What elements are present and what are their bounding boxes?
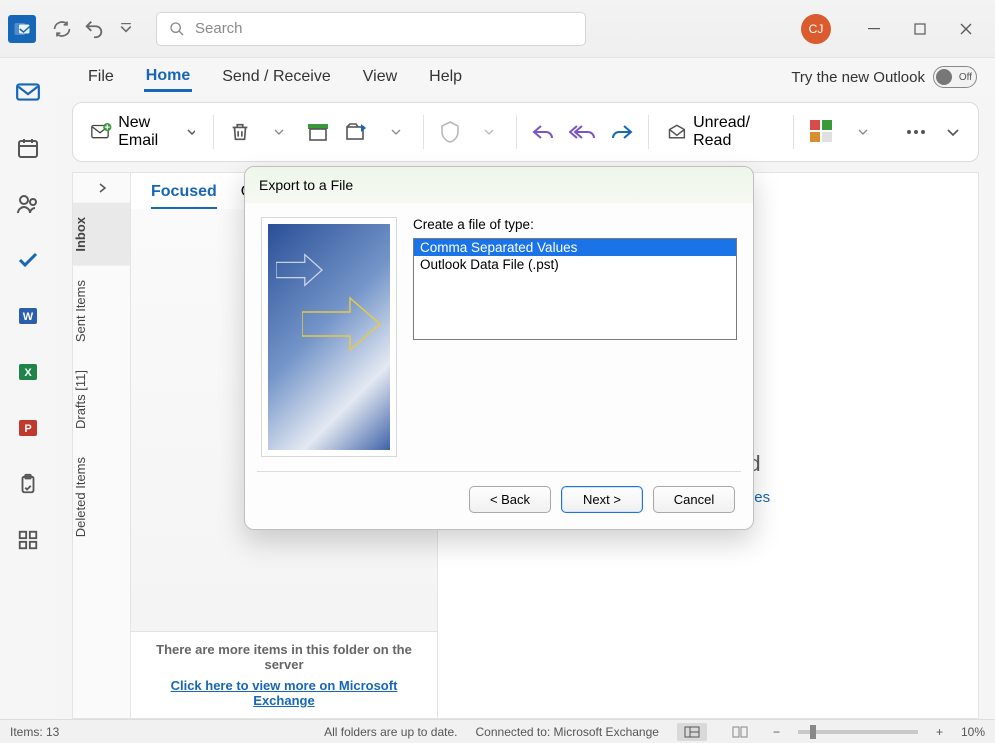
delete-dropdown[interactable] [267,117,292,147]
expand-folders[interactable] [73,173,130,203]
status-items: Items: 13 [10,725,59,739]
file-type-label: Create a file of type: [413,217,737,232]
toggle-state: Off [959,72,972,83]
zoom-minus[interactable]: − [773,725,780,739]
search-icon [169,21,185,37]
more-items-bar: There are more items in this folder on t… [131,631,437,718]
rail-people[interactable] [14,190,42,218]
rail-todo[interactable] [14,246,42,274]
avatar-initials: CJ [809,22,824,36]
junk-dropdown[interactable] [477,117,502,147]
back-button[interactable]: < Back [469,486,551,513]
outlook-logo [8,15,36,43]
zoom-plus[interactable]: + [936,725,943,739]
rail-calendar[interactable] [14,134,42,162]
svg-text:W: W [23,311,34,323]
status-sync: All folders are up to date. [324,725,457,739]
app-rail: W X P [0,58,56,719]
export-dialog: Export to a File Create a file of type: … [244,166,754,530]
unread-read-label: Unread/ Read [693,114,775,150]
rail-powerpoint[interactable]: P [14,414,42,442]
folder-pane: Inbox Sent Items Drafts [11] Deleted Ite… [72,172,130,719]
sync-icon[interactable] [50,17,74,41]
title-bar: Search CJ [0,0,995,58]
archive-button[interactable] [306,117,331,147]
status-connection: Connected to: Microsoft Exchange [476,725,659,739]
cancel-button[interactable]: Cancel [653,486,735,513]
rail-apps[interactable] [14,526,42,554]
folder-sent[interactable]: Sent Items [73,266,130,356]
ribbon: New Email Unread/ Read [72,102,979,162]
window-controls [851,13,989,45]
delete-button[interactable] [228,117,253,147]
folder-inbox[interactable]: Inbox [73,203,130,266]
try-new-outlook: Try the new Outlook Off [791,66,977,88]
zoom-value: 10% [961,725,985,739]
more-items-text: There are more items in this folder on t… [139,642,429,672]
chevron-down-icon [187,127,195,137]
maximize-button[interactable] [897,13,943,45]
zoom-slider[interactable] [798,730,918,734]
try-label: Try the new Outlook [791,69,925,86]
next-button[interactable]: Next > [561,486,643,513]
rail-excel[interactable]: X [14,358,42,386]
search-placeholder: Search [195,20,243,37]
categorize-button[interactable] [808,117,836,147]
undo-icon[interactable] [82,17,106,41]
move-button[interactable] [345,117,370,147]
close-button[interactable] [943,13,989,45]
svg-text:P: P [24,423,31,435]
ribbon-collapse[interactable] [942,125,964,139]
move-dropdown[interactable] [384,117,409,147]
menu-file[interactable]: File [86,64,116,90]
try-toggle[interactable]: Off [933,66,977,88]
unread-read-button[interactable]: Unread/ Read [663,110,779,154]
qat-dropdown-icon[interactable] [114,17,138,41]
new-email-label: New Email [118,114,180,150]
minimize-button[interactable] [851,13,897,45]
reply-button[interactable] [530,117,555,147]
menu-help[interactable]: Help [427,64,464,90]
menu-bar: File Home Send / Receive View Help Try t… [0,58,995,96]
view-more-link[interactable]: Click here to view more on Microsoft Exc… [139,678,429,708]
file-type-list[interactable]: Comma Separated Values Outlook Data File… [413,238,737,340]
rail-mail[interactable] [14,78,42,106]
reply-all-button[interactable] [569,117,595,147]
more-button[interactable] [903,117,928,147]
tab-focused[interactable]: Focused [151,183,217,209]
dialog-title: Export to a File [245,167,753,203]
quick-access-toolbar [50,17,138,41]
dialog-buttons: < Back Next > Cancel [257,471,741,529]
status-bar: Items: 13 All folders are up to date. Co… [0,719,995,743]
user-avatar[interactable]: CJ [801,14,831,44]
junk-button[interactable] [438,117,463,147]
folder-drafts[interactable]: Drafts [11] [73,356,130,443]
wizard-image [261,217,397,457]
view-normal[interactable] [677,723,707,741]
folder-deleted[interactable]: Deleted Items [73,443,130,551]
menu-send-receive[interactable]: Send / Receive [220,64,333,90]
rail-word[interactable]: W [14,302,42,330]
menu-home[interactable]: Home [144,63,192,92]
option-pst[interactable]: Outlook Data File (.pst) [414,256,736,273]
svg-text:X: X [24,367,32,379]
view-reading[interactable] [725,723,755,741]
forward-button[interactable] [609,117,634,147]
rail-clipboard[interactable] [14,470,42,498]
new-email-button[interactable]: New Email [87,110,199,154]
option-csv[interactable]: Comma Separated Values [414,239,736,256]
menu-view[interactable]: View [361,64,399,90]
categorize-dropdown[interactable] [850,117,875,147]
search-input[interactable]: Search [156,12,586,46]
